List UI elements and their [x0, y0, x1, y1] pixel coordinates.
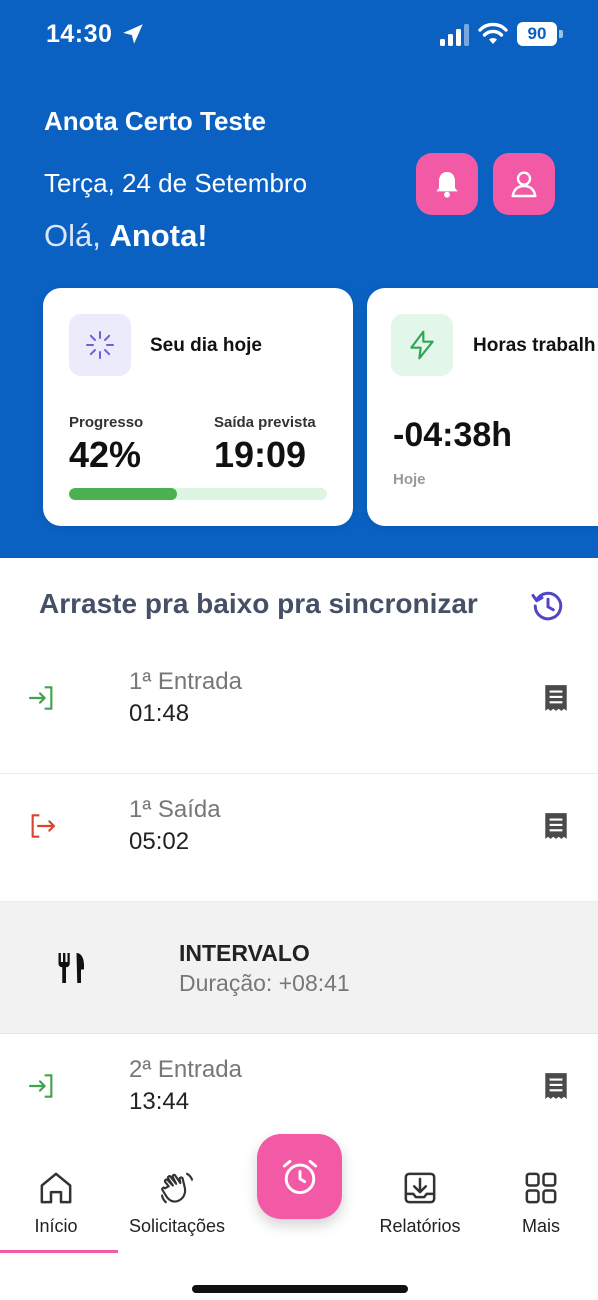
receipt-icon[interactable] [543, 1071, 569, 1101]
profile-button[interactable] [493, 153, 555, 215]
hours-worked-value: -04:38h [393, 416, 513, 454]
current-date: Terça, 24 de Setembro [44, 168, 308, 198]
home-indicator [192, 1285, 408, 1293]
sync-hint: Arraste pra baixo pra sincronizar [39, 588, 478, 619]
battery-level: 90 [517, 22, 557, 46]
grid-icon [525, 1172, 557, 1204]
time-entry-row[interactable]: 1ª Saída 05:02 [0, 774, 598, 902]
progress-bar-fill [69, 488, 178, 500]
wifi-icon [478, 22, 508, 44]
hours-card-title: Horas trabalh [473, 335, 596, 356]
lightning-icon [410, 330, 434, 360]
entry-time: 13:44 [129, 1088, 190, 1115]
tab-label: Início [34, 1216, 78, 1236]
hand-wave-icon [160, 1172, 194, 1204]
hours-worked-card[interactable]: Horas trabalh -04:38h Hoje [367, 288, 598, 526]
lightning-icon-box [391, 314, 453, 376]
location-arrow-icon [123, 24, 143, 44]
loading-icon-box [69, 314, 131, 376]
entry-time: 01:48 [129, 700, 190, 727]
bell-icon [436, 172, 458, 198]
tab-label: Mais [521, 1216, 560, 1236]
tab-mais[interactable]: Mais [481, 1168, 598, 1237]
tab-label: Solicitações [128, 1216, 226, 1236]
battery-icon: 90 [517, 22, 563, 46]
greeting: Olá, Anota! [44, 218, 208, 254]
entry-label: 1ª Saída [129, 796, 221, 823]
clock-in-icon [28, 686, 53, 710]
header: 14:30 90 Anota Certo Teste Terça, 24 de … [0, 0, 598, 558]
interval-duration: Duração: +08:41 [179, 970, 350, 996]
expected-exit-label: Saída prevista [214, 414, 316, 431]
interval-row[interactable]: INTERVALO Duração: +08:41 [0, 902, 598, 1034]
download-icon [404, 1172, 436, 1204]
hours-worked-period: Hoje [393, 471, 426, 488]
history-icon[interactable] [530, 588, 566, 624]
loader-icon [86, 331, 114, 359]
expected-exit-value: 19:09 [214, 434, 307, 475]
entry-time: 05:02 [129, 828, 190, 855]
receipt-icon[interactable] [543, 811, 569, 841]
interval-title: INTERVALO [179, 940, 310, 966]
tab-relatorios[interactable]: Relatórios [360, 1168, 480, 1237]
time-entry-row[interactable]: 1ª Entrada 01:48 [0, 646, 598, 774]
entry-label: 1ª Entrada [129, 668, 242, 695]
alarm-clock-icon [282, 1159, 317, 1194]
fork-knife-icon [58, 953, 84, 983]
day-card-title: Seu dia hoje [150, 335, 262, 356]
home-icon [40, 1172, 72, 1204]
progress-label: Progresso [69, 414, 144, 431]
status-time: 14:30 [46, 20, 113, 48]
day-summary-card[interactable]: Seu dia hoje Progresso 42% Saída previst… [43, 288, 353, 526]
tab-inicio[interactable]: Início [0, 1168, 116, 1237]
progress-bar [69, 488, 327, 500]
user-icon [511, 171, 537, 198]
clock-out-icon [31, 814, 56, 838]
register-time-button[interactable] [257, 1134, 342, 1219]
tab-label: Relatórios [379, 1216, 461, 1236]
receipt-icon[interactable] [543, 683, 569, 713]
company-name: Anota Certo Teste [44, 106, 266, 136]
notifications-button[interactable] [416, 153, 478, 215]
active-tab-indicator [0, 1250, 118, 1253]
status-bar: 14:30 90 [0, 0, 598, 70]
greeting-name: Anota! [109, 218, 208, 253]
cellular-signal-icon [440, 24, 469, 46]
tab-solicitacoes[interactable]: Solicitações [117, 1168, 237, 1237]
entry-label: 2ª Entrada [129, 1056, 242, 1083]
clock-in-icon [28, 1074, 53, 1098]
greeting-prefix: Olá, [44, 218, 101, 253]
progress-value: 42% [69, 434, 142, 475]
